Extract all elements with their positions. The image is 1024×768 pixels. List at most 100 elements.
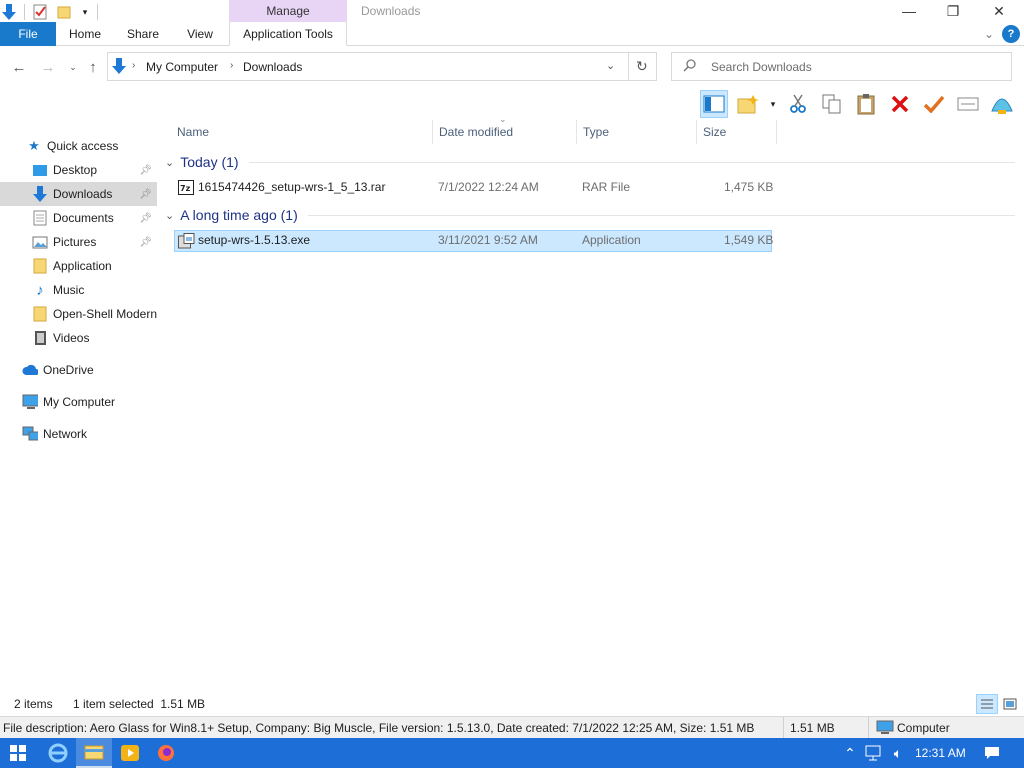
tab-application-tools[interactable]: Application Tools (229, 22, 347, 46)
selection-info: 1 item selected 1.51 MB (73, 697, 206, 711)
media-player-icon[interactable] (112, 738, 148, 768)
search-input[interactable]: Search Downloads (711, 60, 812, 74)
sort-arrow-icon: ⌄ (499, 114, 507, 124)
status-bar: 2 items 1 item selected 1.51 MB (0, 692, 1024, 716)
sidebar-item-onedrive[interactable]: OneDrive (0, 358, 157, 382)
column-header-label: Date modified (439, 125, 514, 139)
paste-icon[interactable] (852, 90, 880, 118)
item-count: 2 items (14, 697, 53, 711)
internet-explorer-icon[interactable] (40, 738, 76, 768)
recent-locations-icon[interactable]: ⌄ (64, 58, 82, 76)
sidebar-item-quick-access[interactable]: ★ Quick access (0, 134, 157, 158)
file-name: setup-wrs-1.5.13.exe (198, 233, 311, 247)
file-explorer-taskbar-icon[interactable] (76, 738, 112, 768)
search-box[interactable]: Search Downloads (671, 52, 1012, 81)
sidebar-item-open-shell-modern[interactable]: Open-Shell Modern (0, 302, 157, 326)
minimize-button[interactable]: — (886, 0, 932, 22)
sidebar-item-documents[interactable]: Documents 📌︎ (0, 206, 157, 230)
sidebar-item-pictures[interactable]: Pictures 📌︎ (0, 230, 157, 254)
delete-icon[interactable] (886, 90, 914, 118)
chevron-down-icon[interactable]: ⌄ (606, 59, 615, 72)
rename-icon[interactable] (954, 90, 982, 118)
file-date: 3/11/2021 9:52 AM (438, 233, 538, 247)
breadcrumb-my-computer[interactable]: My Computer (146, 60, 218, 74)
pin-icon[interactable]: 📌︎ (139, 189, 152, 200)
downloads-icon (32, 186, 48, 202)
sidebar-item-downloads[interactable]: Downloads 📌︎ (0, 182, 157, 206)
sidebar-item-application[interactable]: Application (0, 254, 157, 278)
details-view-icon[interactable] (976, 694, 998, 714)
file-description: File description: Aero Glass for Win8.1+… (3, 721, 755, 735)
tab-view[interactable]: View (178, 22, 222, 46)
ribbon-tabs: File Home Share View Application Tools (0, 22, 1024, 46)
sidebar-item-label: Application (53, 259, 112, 273)
navigation-pane-icon[interactable] (700, 90, 728, 118)
computer-icon (876, 720, 894, 735)
dropdown-arrow-icon[interactable]: ▾ (768, 90, 778, 118)
open-shell-icon[interactable] (988, 90, 1016, 118)
column-header-size[interactable]: Size (697, 120, 777, 144)
sidebar-item-label: Network (43, 427, 88, 441)
sidebar-item-network[interactable]: Network (0, 422, 157, 446)
chevron-right-icon: › (230, 60, 234, 71)
pin-icon[interactable]: 📌︎ (139, 237, 152, 248)
tab-share[interactable]: Share (120, 22, 166, 46)
sidebar-item-desktop[interactable]: Desktop 📌︎ (0, 158, 157, 182)
address-bar[interactable]: › My Computer › Downloads ⌄ ↻ (107, 52, 657, 81)
chevron-down-icon: ⌄ (165, 156, 175, 169)
ribbon-right-controls: ⌄ ? (984, 22, 1024, 46)
column-header-type[interactable]: Type (577, 120, 697, 144)
desktop-icon (32, 162, 48, 178)
notifications-icon[interactable] (980, 738, 1004, 768)
checkmark-icon[interactable] (920, 90, 948, 118)
show-hidden-icons-icon[interactable]: ⌃ (838, 738, 862, 768)
sidebar-item-music[interactable]: ♪ Music (0, 278, 157, 302)
expand-ribbon-icon[interactable]: ⌄ (984, 27, 994, 41)
group-title: A long time ago (1) (180, 207, 298, 223)
details-location: Computer (897, 721, 950, 735)
folder-icon (32, 258, 48, 274)
separator (24, 4, 25, 20)
close-button[interactable]: ✕ (976, 0, 1022, 22)
forward-arrow-icon[interactable]: → (39, 58, 57, 76)
column-header-name[interactable]: Name (171, 120, 433, 144)
large-icons-view-icon[interactable] (1000, 694, 1020, 714)
sidebar-item-my-computer[interactable]: My Computer (0, 390, 157, 414)
back-arrow-icon[interactable]: ← (10, 58, 28, 76)
group-title: Today (1) (180, 154, 239, 170)
pin-icon[interactable]: 📌︎ (139, 213, 152, 224)
refresh-icon[interactable]: ↻ (636, 58, 648, 75)
help-icon[interactable]: ? (1002, 25, 1020, 43)
details-size: 1.51 MB (790, 721, 835, 735)
tab-home[interactable]: Home (62, 22, 108, 46)
sidebar-item-label: My Computer (43, 395, 116, 409)
group-divider (248, 161, 1015, 163)
new-folder-icon[interactable] (734, 90, 762, 118)
network-tray-icon[interactable] (862, 738, 886, 768)
group-header-a-long-time-ago[interactable]: ⌄ A long time ago (1) (165, 204, 1015, 226)
title-bar (0, 0, 1024, 22)
table-row[interactable]: 7z 1615474426_setup-wrs-1_5_13.rar 7/1/2… (174, 177, 773, 199)
cut-icon[interactable] (784, 90, 812, 118)
new-folder-icon[interactable] (55, 3, 73, 21)
chevron-right-icon: › (132, 60, 136, 71)
breadcrumb-downloads[interactable]: Downloads (243, 60, 302, 74)
restore-button[interactable]: ❐ (930, 0, 976, 22)
command-toolbar: ▾ (700, 88, 1016, 120)
firefox-icon[interactable] (148, 738, 184, 768)
down-arrow-icon[interactable] (0, 3, 18, 21)
customize-qat-icon[interactable]: ▾ (79, 3, 91, 21)
pin-icon[interactable]: 📌︎ (139, 165, 152, 176)
up-arrow-icon[interactable]: ↑ (84, 58, 102, 76)
clock[interactable]: 12:31 AM (915, 746, 966, 760)
copy-icon[interactable] (818, 90, 846, 118)
volume-icon[interactable]: 🔈︎ (886, 738, 910, 768)
file-list: Name Date modified ⌄ Type Size ⌄ Today (… (157, 114, 1024, 710)
tab-file[interactable]: File (0, 22, 56, 46)
properties-icon[interactable] (31, 3, 49, 21)
table-row[interactable]: setup-wrs-1.5.13.exe 3/11/2021 9:52 AM A… (174, 230, 773, 252)
column-header-date-modified[interactable]: Date modified ⌄ (433, 114, 577, 144)
group-header-today[interactable]: ⌄ Today (1) (165, 151, 1015, 173)
start-button[interactable] (0, 738, 36, 768)
sidebar-item-videos[interactable]: Videos (0, 326, 157, 350)
